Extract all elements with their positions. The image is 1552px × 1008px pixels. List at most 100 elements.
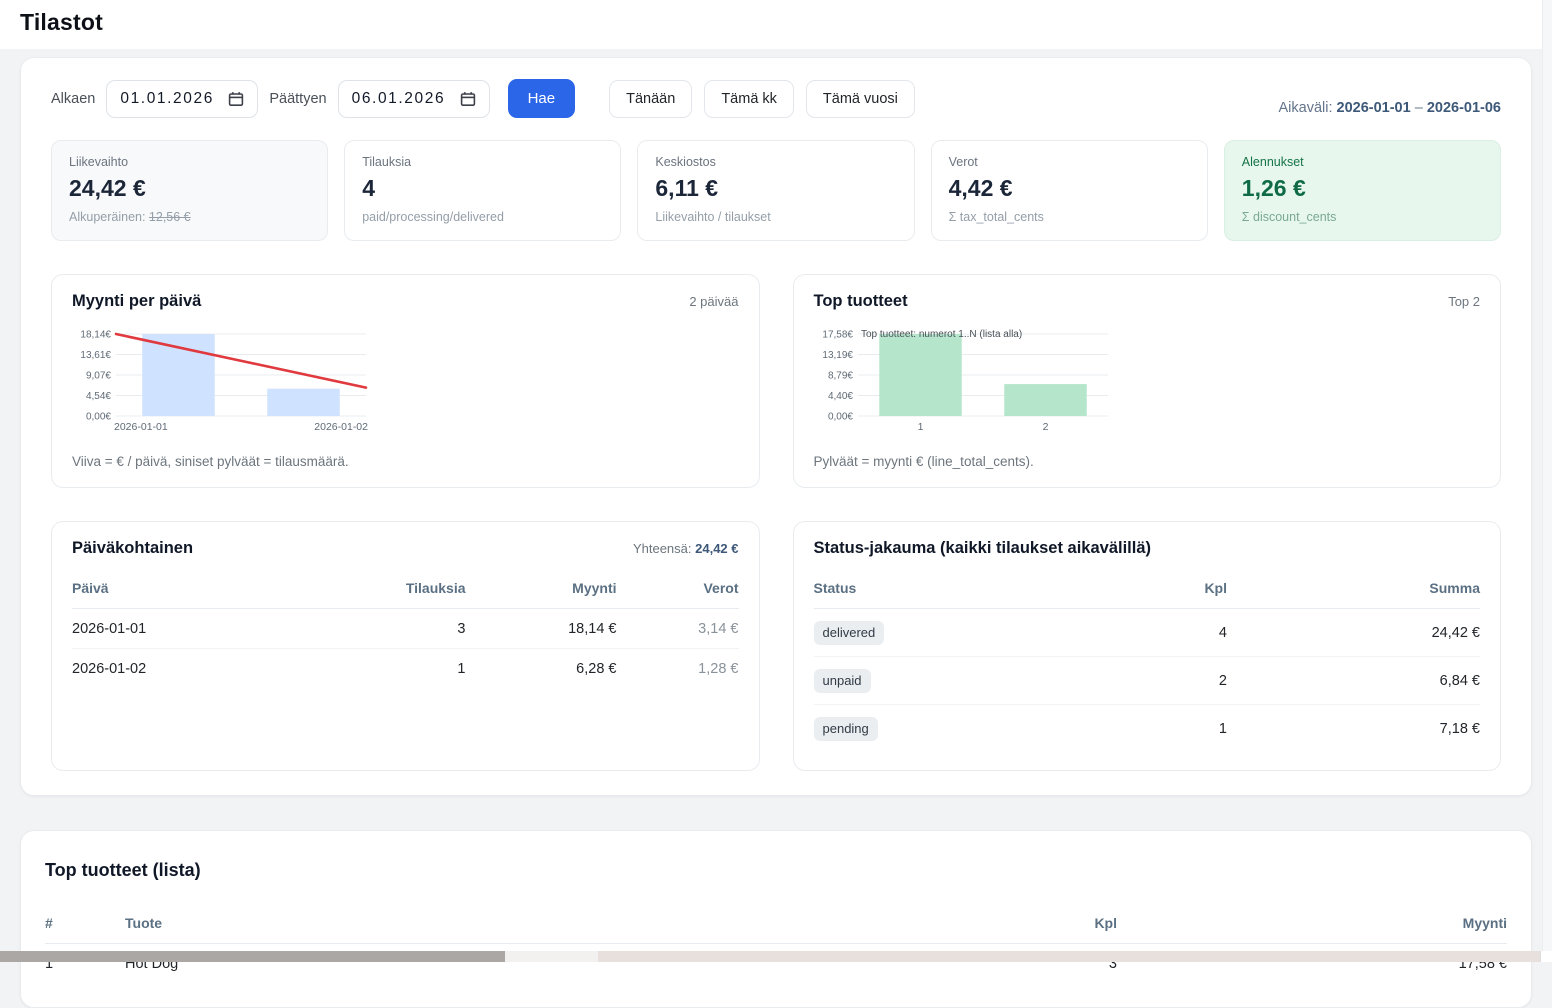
search-button[interactable]: Hae	[508, 79, 576, 118]
toplist-header-tuote: Tuote	[125, 905, 997, 944]
from-date-value: 01.01.2026	[120, 90, 214, 108]
quick-button-t-m-kk[interactable]: Tämä kk	[704, 80, 794, 118]
sales-chart: 18,14€13,61€9,07€4,54€0,00€2026-01-01202…	[72, 324, 739, 442]
daily-header-tilauksia: Tilauksia	[316, 570, 466, 609]
kpi-value: 1,26 €	[1242, 175, 1483, 202]
table-cell: 2026-01-01	[72, 609, 316, 649]
kpi-sub: Σ discount_cents	[1242, 210, 1483, 224]
daily-total-value: 24,42 €	[695, 541, 738, 556]
kpi-sub: Σ tax_total_cents	[949, 210, 1190, 224]
daily-total: Yhteensä: 24,42 €	[633, 541, 739, 556]
table-cell: 4	[1107, 609, 1227, 657]
svg-text:1: 1	[917, 421, 923, 433]
table-cell: 18,14 €	[466, 609, 617, 649]
kpi-value: 24,42 €	[69, 175, 310, 202]
svg-text:13,61€: 13,61€	[80, 350, 111, 361]
toplist-header-: #	[45, 905, 125, 944]
range-label: Aikaväli:	[1278, 100, 1332, 116]
daily-header-myynti: Myynti	[466, 570, 617, 609]
to-label: Päättyen	[269, 91, 326, 107]
kpi-label: Tilauksia	[362, 155, 603, 169]
svg-text:Top tuotteet: numerot 1..N (li: Top tuotteet: numerot 1..N (lista alla)	[861, 329, 1022, 340]
kpi-grid: Liikevaihto 24,42 € Alkuperäinen: 12,56 € T…	[51, 140, 1501, 241]
table-cell: Hot Dog	[125, 944, 997, 984]
daily-table-card: Päiväkohtainen Yhteensä: 24,42 € PäiväTi…	[51, 521, 760, 771]
sales-chart-badge: 2 päivää	[689, 294, 738, 309]
filter-row: Alkaen 01.01.2026 Päättyen 06.01.2026	[37, 79, 1515, 118]
table-cell: 6,28 €	[466, 649, 617, 689]
quick-button-t-m-vuosi[interactable]: Tämä vuosi	[806, 80, 915, 118]
from-label: Alkaen	[51, 91, 95, 107]
kpi-card-verot: Verot4,42 €Σ tax_total_cents	[931, 140, 1208, 241]
range-separator: –	[1415, 100, 1423, 116]
kpi-sub-prefix: Alkuperäinen:	[69, 210, 149, 224]
quick-button-t-n-n[interactable]: Tänään	[609, 80, 692, 118]
table-cell: 7,18 €	[1227, 705, 1480, 753]
sales-chart-title: Myynti per päivä	[72, 292, 201, 311]
status-table: StatusKplSumma delivered424,42 €unpaid26…	[814, 570, 1481, 752]
kpi-label: Liikevaihto	[69, 155, 310, 169]
status-table-title: Status-jakauma (kaikki tilaukset aikaväl…	[814, 539, 1152, 558]
vertical-scrollbar[interactable]	[1542, 0, 1552, 951]
scrollbar-thumb[interactable]	[0, 951, 505, 962]
horizontal-scrollbar[interactable]	[0, 951, 1552, 962]
range-start: 2026-01-01	[1337, 100, 1411, 116]
kpi-sub: Alkuperäinen: 12,56 €	[69, 210, 310, 224]
svg-text:2: 2	[1042, 421, 1048, 433]
daily-header-p-iv: Päivä	[72, 570, 316, 609]
table-cell: 1	[45, 944, 125, 984]
kpi-label: Verot	[949, 155, 1190, 169]
table-cell: 17,58 €	[1117, 944, 1507, 984]
content: Alkaen 01.01.2026 Päättyen 06.01.2026	[0, 49, 1552, 1008]
table-row: pending 17,18 €	[814, 705, 1481, 753]
table-cell: unpaid	[814, 657, 1108, 705]
svg-text:18,14€: 18,14€	[80, 330, 111, 341]
table-row: 2026-01-01318,14 €3,14 €	[72, 609, 739, 649]
table-cell: 2	[1107, 657, 1227, 705]
top-products-chart-card: Top tuotteet Top 2 17,58€13,19€8,79€4,40…	[793, 274, 1502, 488]
top-chart-caption: Pylväät = myynti € (line_total_cents).	[814, 442, 1481, 469]
table-row: unpaid26,84 €	[814, 657, 1481, 705]
status-badge-pending: pending	[814, 717, 878, 741]
svg-text:17,58€: 17,58€	[822, 330, 853, 341]
top-products-table: #TuoteKplMyynti 1Hot Dog317,58 €	[45, 905, 1507, 983]
kpi-sub: paid/processing/delivered	[362, 210, 603, 224]
svg-text:0,00€: 0,00€	[827, 412, 852, 423]
charts-row: Myynti per päivä 2 päivää 18,14€ 13,61€ 9,…	[51, 274, 1501, 488]
kpi-label: Keskiostos	[655, 155, 896, 169]
kpi-label: Alennukset	[1242, 155, 1483, 169]
table-cell: delivered	[814, 609, 1108, 657]
svg-text:4,54€: 4,54€	[86, 391, 111, 402]
sales-chart-caption: Viiva = € / päivä, siniset pylväät = til…	[72, 442, 739, 469]
svg-text:0,00€: 0,00€	[86, 412, 111, 423]
table-cell: 3	[997, 944, 1117, 984]
daily-header-verot: Verot	[617, 570, 739, 609]
top-chart-badge: Top 2	[1448, 294, 1480, 309]
toplist-header-myynti: Myynti	[1117, 905, 1507, 944]
to-date-input[interactable]: 06.01.2026	[338, 80, 490, 118]
page-header: Tilastot	[0, 0, 1552, 49]
table-row: delivered424,42 €	[814, 609, 1481, 657]
status-header-status: Status	[814, 570, 1108, 609]
daily-total-label: Yhteensä:	[633, 541, 692, 556]
to-date-value: 06.01.2026	[352, 90, 446, 108]
svg-text:2026-01-02: 2026-01-02	[314, 421, 368, 433]
range-end: 2026-01-06	[1427, 100, 1501, 116]
status-table-card: Status-jakauma (kaikki tilaukset aikaväl…	[793, 521, 1502, 771]
table-cell: 3	[316, 609, 466, 649]
daily-table-title: Päiväkohtainen	[72, 539, 193, 558]
table-cell: pending	[814, 705, 1108, 753]
table-cell: 3,14 €	[617, 609, 739, 649]
quick-buttons: Tänään Tämä kk Tämä vuosi	[609, 80, 915, 118]
svg-text:8,79€: 8,79€	[827, 371, 852, 382]
top-products-chart: 17,58€13,19€8,79€4,40€0,00€Top tuotteet:…	[814, 324, 1481, 442]
kpi-card-alennukset: Alennukset 1,26 € Σ discount_cents	[1224, 140, 1501, 241]
table-cell: 6,84 €	[1227, 657, 1480, 705]
top-chart-title: Top tuotteet	[814, 292, 908, 311]
calendar-icon	[228, 91, 244, 107]
table-row: 2026-01-0216,28 €1,28 €	[72, 649, 739, 689]
from-date-input[interactable]: 01.01.2026	[106, 80, 258, 118]
svg-text:9,07€: 9,07€	[86, 371, 111, 382]
toplist-header-kpl: Kpl	[997, 905, 1117, 944]
table-cell: 1	[1107, 705, 1227, 753]
